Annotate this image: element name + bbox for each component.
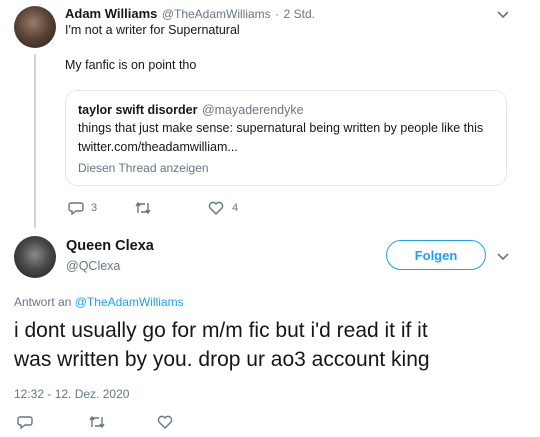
reply-to-link[interactable]: @TheAdamWilliams: [75, 295, 184, 309]
chevron-down-icon[interactable]: [496, 249, 510, 263]
author-handle[interactable]: @TheAdamWilliams: [162, 7, 271, 21]
quoted-author-name: taylor swift disorder: [78, 103, 198, 117]
reply-icon[interactable]: [68, 201, 84, 215]
quoted-text: things that just make sense: supernatura…: [78, 121, 484, 135]
quoted-link[interactable]: twitter.com/theadamwilliam...: [78, 140, 238, 154]
chevron-down-icon[interactable]: [496, 7, 510, 21]
like-icon[interactable]: [208, 201, 224, 215]
quoted-tweet-card[interactable]: taylor swift disorder @mayaderendyke thi…: [65, 90, 507, 186]
quoted-author-handle: @mayaderendyke: [201, 103, 304, 117]
tweet-header: Adam Williams @TheAdamWilliams · 2 Std.: [65, 5, 315, 23]
retweet-icon[interactable]: [88, 415, 106, 429]
avatar[interactable]: [14, 6, 56, 48]
tweet-text-line-1: i dont usually go for m/m fic but i'd re…: [14, 319, 428, 342]
author-name[interactable]: Adam Williams: [65, 6, 157, 21]
like-icon[interactable]: [157, 415, 173, 429]
retweet-icon[interactable]: [134, 201, 152, 215]
author-name[interactable]: Queen Clexa: [66, 238, 154, 254]
reply-count: 3: [91, 202, 98, 214]
reply-context: Antwort an @TheAdamWilliams: [14, 295, 184, 309]
tweet-text-line-1: I'm not a writer for Supernatural: [65, 23, 240, 37]
tweet-text-line-2: My fanfic is on point tho: [65, 58, 197, 72]
tweet-timestamp[interactable]: 12:32 - 12. Dez. 2020: [14, 387, 129, 401]
show-thread-link[interactable]: Diesen Thread anzeigen: [78, 161, 209, 175]
reply-prefix: Antwort an: [14, 295, 75, 309]
separator: ·: [275, 7, 280, 21]
reply-icon[interactable]: [17, 415, 33, 429]
avatar[interactable]: [14, 236, 56, 278]
tweet-text-line-2: was written by you. drop ur ao3 account …: [14, 348, 430, 371]
thread-line: [34, 54, 36, 228]
author-handle[interactable]: @QClexa: [66, 259, 120, 273]
follow-button[interactable]: Folgen: [386, 240, 486, 270]
like-count: 4: [232, 202, 239, 214]
tweet-time[interactable]: 2 Std.: [284, 7, 315, 21]
